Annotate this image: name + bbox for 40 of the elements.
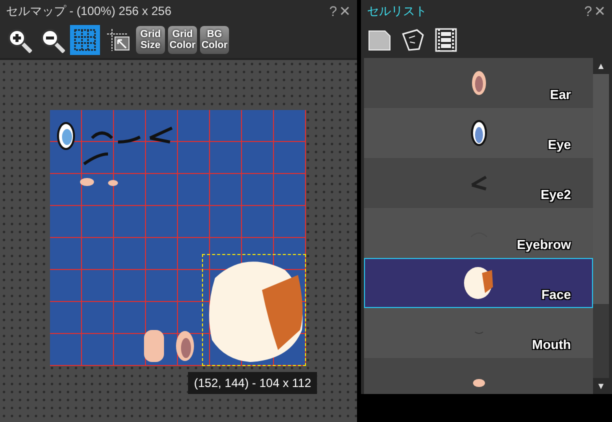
- cell-list-item[interactable]: Eye: [364, 108, 593, 158]
- close-button[interactable]: ✕: [339, 4, 351, 18]
- selection-tooltip: (152, 144) - 104 x 112: [188, 372, 318, 394]
- panel-title: セルマップ - (100%) 256 x 256: [6, 3, 172, 20]
- ear-thumbnail: [472, 71, 486, 95]
- cell-name: Face: [541, 286, 571, 304]
- eye2-thumbnail: [470, 175, 488, 191]
- cell-list-item[interactable]: Eye2: [364, 158, 593, 208]
- help-button[interactable]: ?: [329, 4, 337, 18]
- cell-list-item[interactable]: Mouth: [364, 308, 593, 358]
- cell-list-item[interactable]: Eyebrow: [364, 208, 593, 258]
- cell-name: Eye2: [540, 186, 571, 204]
- scrollbar[interactable]: ▲ ▼: [593, 58, 609, 394]
- cell-name: Mouth: [532, 336, 571, 354]
- cell-name: Eye: [548, 136, 571, 154]
- toolbar-button[interactable]: Grid Color: [168, 26, 197, 54]
- scroll-thumb[interactable]: [593, 74, 609, 304]
- zoom-out-icon: [39, 27, 65, 53]
- scroll-up-button[interactable]: ▲: [593, 58, 609, 74]
- eye-thumbnail: [470, 120, 486, 146]
- face-thumbnail: [464, 267, 494, 299]
- cell-name: Ear: [550, 86, 571, 104]
- toolbar-button[interactable]: Grid Size: [136, 26, 165, 54]
- cell-list-item[interactable]: Ear: [364, 58, 593, 108]
- panel-title: セルリスト: [367, 3, 427, 20]
- cell-list-item[interactable]: [364, 358, 593, 394]
- help-button[interactable]: ?: [584, 4, 592, 18]
- cell-name: Eyebrow: [516, 236, 571, 254]
- grid-icon: [72, 27, 98, 53]
- zoom-in-icon: [6, 27, 32, 53]
- mouth-thumbnail: [474, 330, 484, 336]
- nose-thumbnail: [472, 378, 486, 388]
- region-select-icon: [105, 27, 131, 53]
- grid-button[interactable]: [70, 25, 100, 55]
- film-icon: [433, 27, 459, 53]
- mask-icon: [400, 27, 426, 53]
- toolbar-button[interactable]: BG Color: [200, 26, 229, 54]
- scroll-down-button[interactable]: ▼: [593, 378, 609, 394]
- close-button[interactable]: ✕: [594, 4, 606, 18]
- cell-list-item[interactable]: Face: [364, 258, 593, 308]
